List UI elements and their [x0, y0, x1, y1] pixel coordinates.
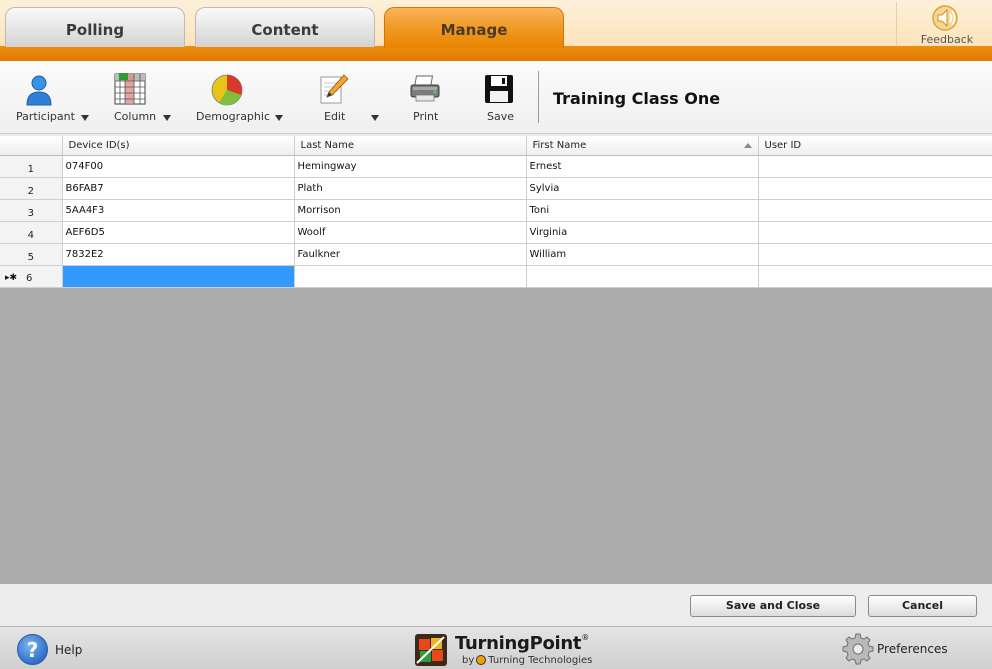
new-row-marker-icon: ▸✱	[5, 272, 18, 283]
row-number-new[interactable]: ▸✱ 6	[0, 265, 63, 288]
column-tool[interactable]: Column	[110, 61, 176, 133]
floppy-disk-icon	[483, 73, 519, 107]
cell-last-name[interactable]: Hemingway	[294, 155, 527, 178]
sort-ascending-icon	[743, 143, 752, 148]
save-label: Save	[487, 110, 515, 123]
tab-polling[interactable]: Polling	[5, 7, 185, 47]
printer-icon	[408, 73, 444, 107]
participant-grid: Device ID(s) Last Name First Name User I…	[0, 136, 992, 584]
table-row[interactable]: 2 B6FAB7 Plath Sylvia	[0, 177, 992, 200]
column-header-device-id[interactable]: Device ID(s)	[62, 136, 295, 156]
cell-first-name[interactable]: Toni	[526, 199, 759, 222]
save-button[interactable]: Save	[481, 61, 521, 133]
toolbar-divider	[538, 71, 539, 123]
cell-device-id[interactable]: 7832E2	[62, 243, 295, 266]
edit-tool[interactable]: Edit	[316, 61, 384, 133]
table-row[interactable]: 4 AEF6D5 Woolf Virginia	[0, 221, 992, 244]
manage-toolbar: Participant Column Demographic Edit Prin…	[0, 61, 992, 134]
class-title: Training Class One	[553, 89, 721, 108]
cell-first-name[interactable]: Ernest	[526, 155, 759, 178]
feedback-label: Feedback	[920, 33, 974, 46]
cell-last-name-new[interactable]	[294, 265, 527, 288]
demographic-tool[interactable]: Demographic	[194, 61, 290, 133]
cell-device-id[interactable]: 074F00	[62, 155, 295, 178]
demographic-dropdown-icon[interactable]	[275, 115, 283, 121]
brand-name-text: TurningPoint	[455, 633, 582, 654]
speaker-icon	[931, 4, 961, 32]
action-bar: Save and Close Cancel	[0, 584, 992, 626]
row-number[interactable]: 2	[0, 177, 63, 200]
column-header-first-name[interactable]: First Name	[526, 136, 759, 156]
save-and-close-button[interactable]: Save and Close	[690, 595, 856, 617]
help-label: Help	[55, 643, 83, 657]
column-header-last-name[interactable]: Last Name	[294, 136, 527, 156]
help-icon: ?	[17, 634, 48, 665]
edit-label: Edit	[324, 110, 346, 123]
print-label: Print	[413, 110, 439, 123]
brand-company: Turning Technologies	[488, 655, 593, 666]
row-number[interactable]: 5	[0, 243, 63, 266]
turning-technologies-icon	[476, 655, 487, 665]
table-row[interactable]: 5 7832E2 Faulkner William	[0, 243, 992, 266]
brand-registered-mark: ®	[581, 633, 589, 642]
participant-table: Device ID(s) Last Name First Name User I…	[0, 136, 992, 288]
preferences-label: Preferences	[877, 642, 948, 656]
print-button[interactable]: Print	[405, 61, 445, 133]
cell-first-name[interactable]: Virginia	[526, 221, 759, 244]
turningpoint-logo-icon	[414, 633, 448, 667]
cell-device-id[interactable]: 5AA4F3	[62, 199, 295, 222]
cell-device-id-new-selected[interactable]	[62, 265, 295, 288]
column-dropdown-icon[interactable]	[163, 115, 171, 121]
cancel-button[interactable]: Cancel	[868, 595, 977, 617]
feedback-button[interactable]: Feedback	[896, 2, 992, 46]
cell-last-name[interactable]: Faulkner	[294, 243, 527, 266]
demographic-label: Demographic	[196, 110, 270, 123]
edit-dropdown-icon[interactable]	[371, 115, 379, 121]
table-header-row: Device ID(s) Last Name First Name User I…	[0, 136, 992, 156]
cell-user-id[interactable]	[758, 221, 992, 244]
cell-last-name[interactable]: Morrison	[294, 199, 527, 222]
person-icon	[24, 73, 60, 107]
grid-corner-cell[interactable]	[0, 136, 63, 156]
cell-first-name-new[interactable]	[526, 265, 759, 288]
table-row[interactable]: 3 5AA4F3 Morrison Toni	[0, 199, 992, 222]
table-row[interactable]: 1 074F00 Hemingway Ernest	[0, 155, 992, 178]
participant-dropdown-icon[interactable]	[81, 115, 89, 121]
column-label: Column	[114, 110, 157, 123]
cell-user-id[interactable]	[758, 177, 992, 200]
participant-label: Participant	[16, 110, 75, 123]
row-number[interactable]: 1	[0, 155, 63, 178]
top-tab-bar: Polling Content Manage Feedback	[0, 0, 992, 61]
brand-by: by	[462, 655, 475, 666]
cell-first-name[interactable]: Sylvia	[526, 177, 759, 200]
cell-user-id-new[interactable]	[758, 265, 992, 288]
new-row-number: 6	[26, 272, 33, 284]
row-number[interactable]: 3	[0, 199, 63, 222]
gear-icon	[842, 633, 874, 665]
cell-user-id[interactable]	[758, 199, 992, 222]
cell-user-id[interactable]	[758, 155, 992, 178]
cell-last-name[interactable]: Woolf	[294, 221, 527, 244]
pencil-icon	[318, 73, 354, 107]
column-header-first-name-label: First Name	[532, 139, 587, 151]
brand-tagline: by Turning Technologies	[462, 655, 592, 666]
new-row[interactable]: ▸✱ 6	[0, 265, 992, 288]
turningpoint-logo: TurningPoint® by Turning Technologies	[414, 631, 594, 667]
cell-device-id[interactable]: B6FAB7	[62, 177, 295, 200]
tab-manage[interactable]: Manage	[384, 7, 564, 48]
cell-first-name[interactable]: William	[526, 243, 759, 266]
cell-last-name[interactable]: Plath	[294, 177, 527, 200]
column-grid-icon	[114, 73, 150, 107]
brand-name: TurningPoint®	[455, 633, 589, 654]
participant-tool[interactable]: Participant	[14, 61, 94, 133]
pie-chart-icon	[210, 73, 246, 107]
cell-device-id[interactable]: AEF6D5	[62, 221, 295, 244]
footer-bar: ? Help TurningPoint® by Turning Technolog…	[0, 626, 992, 669]
row-number[interactable]: 4	[0, 221, 63, 244]
column-header-user-id[interactable]: User ID	[758, 136, 992, 156]
cell-user-id[interactable]	[758, 243, 992, 266]
tab-content[interactable]: Content	[195, 7, 375, 47]
